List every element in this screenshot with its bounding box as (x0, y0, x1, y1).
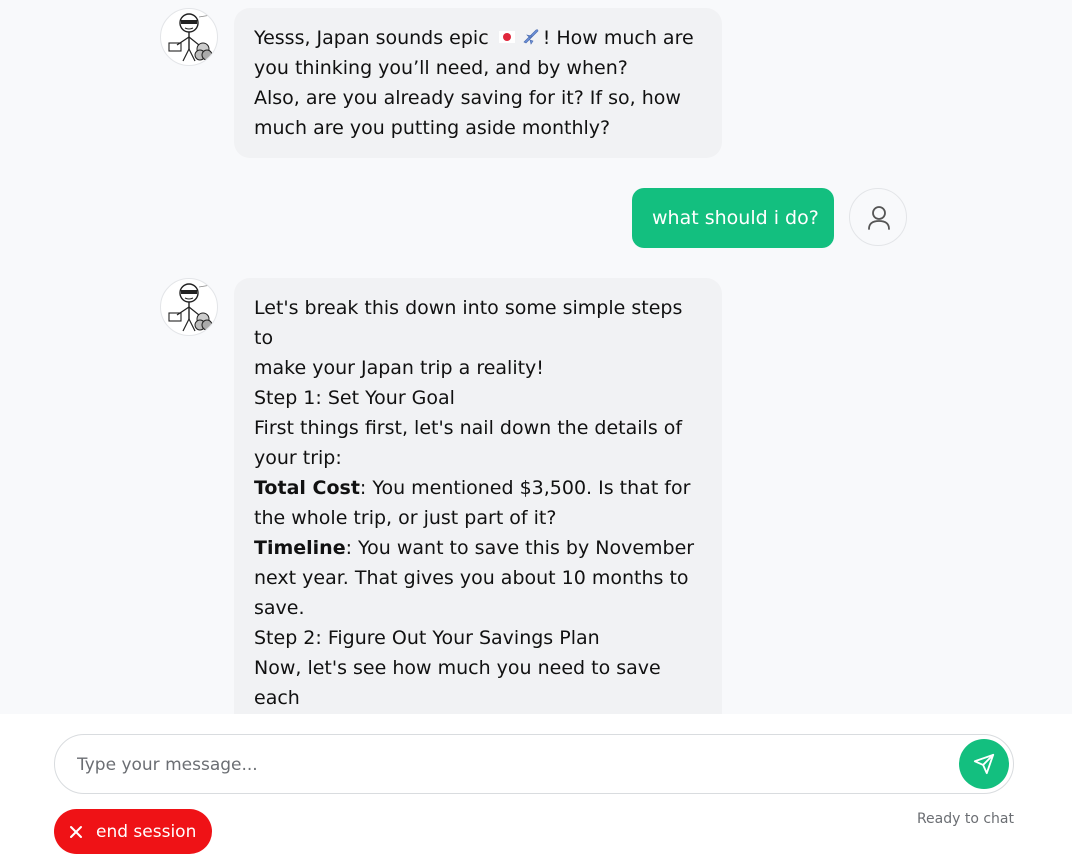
message-line: Step 2: Figure Out Your Savings Plan (254, 623, 702, 653)
message-text: Step 1: Set Your Goal (254, 387, 455, 409)
message-text: Yesss, Japan sounds epic (254, 27, 495, 49)
message-line: Also, are you already saving for it? If … (254, 83, 702, 113)
bot-message-bubble: Let's break this down into some simple s… (234, 278, 722, 714)
japan-flag-icon (498, 31, 515, 43)
chat-messages: Yesss, Japan sounds epic ! How much are y… (0, 0, 1072, 714)
send-button[interactable] (959, 739, 1009, 789)
message-text: your trip: (254, 447, 342, 469)
message-text: you thinking you’ll need, and by when? (254, 57, 628, 79)
stick-figure-icon (168, 13, 213, 62)
airplane-icon (523, 29, 539, 45)
user-icon (868, 206, 890, 230)
user-message: what should i do? (0, 180, 1072, 260)
message-text: Step 2: Figure Out Your Savings Plan (254, 627, 600, 649)
message-input[interactable] (75, 745, 939, 785)
message-text: make your Japan trip a reality! (254, 357, 544, 379)
message-line: Total Cost: You mentioned $3,500. Is tha… (254, 473, 702, 503)
bot-message: Let's break this down into some simple s… (0, 270, 1072, 714)
end-session-button[interactable]: end session (54, 809, 213, 854)
message-text: : You want to save this by November (345, 537, 695, 559)
message-line: your trip: (254, 443, 702, 473)
message-line: you thinking you’ll need, and by when? (254, 53, 702, 83)
message-text: Now, let's see how much you need to save… (254, 657, 661, 709)
paper-plane-icon (973, 753, 995, 775)
message-line: make your Japan trip a reality! (254, 353, 702, 383)
user-message-text: what should i do? (652, 207, 819, 229)
message-text: : You mentioned $3,500. Is that for (359, 477, 691, 499)
message-line: Step 1: Set Your Goal (254, 383, 702, 413)
message-line: save. (254, 593, 702, 623)
message-line: First things first, let's nail down the … (254, 413, 702, 443)
message-bold-text: Total Cost (254, 477, 360, 499)
user-avatar (849, 188, 907, 246)
message-text: ! How much are (542, 27, 694, 49)
message-text: First things first, let's nail down the … (254, 417, 683, 439)
message-text: Also, are you already saving for it? If … (254, 87, 681, 109)
status-text: Ready to chat (916, 811, 1014, 827)
message-text: Let's break this down into some simple s… (254, 297, 683, 349)
message-bold-text: Timeline (254, 537, 346, 559)
message-line: Let's break this down into some simple s… (254, 293, 702, 353)
message-line: Yesss, Japan sounds epic ! How much are (254, 23, 702, 53)
message-line: much are you putting aside monthly? (254, 113, 702, 143)
message-text: save. (254, 597, 305, 619)
bot-message: Yesss, Japan sounds epic ! How much are y… (0, 0, 1072, 170)
user-message-bubble: what should i do? (632, 188, 834, 248)
stick-figure-icon (168, 283, 213, 332)
message-line: the whole trip, or just part of it? (254, 503, 702, 533)
bot-avatar (160, 8, 218, 66)
message-line: Now, let's see how much you need to save… (254, 653, 702, 713)
close-icon (68, 824, 84, 840)
bot-avatar (160, 278, 218, 336)
composer: end session Ready to chat (0, 714, 1072, 857)
bot-message-bubble: Yesss, Japan sounds epic ! How much are y… (234, 8, 722, 158)
message-line: next year. That gives you about 10 month… (254, 563, 702, 593)
message-line: Timeline: You want to save this by Novem… (254, 533, 702, 563)
message-input-container (54, 734, 1014, 794)
message-text: the whole trip, or just part of it? (254, 507, 557, 529)
message-text: much are you putting aside monthly? (254, 117, 611, 139)
message-text: next year. That gives you about 10 month… (254, 567, 689, 589)
end-session-label: end session (96, 821, 197, 842)
